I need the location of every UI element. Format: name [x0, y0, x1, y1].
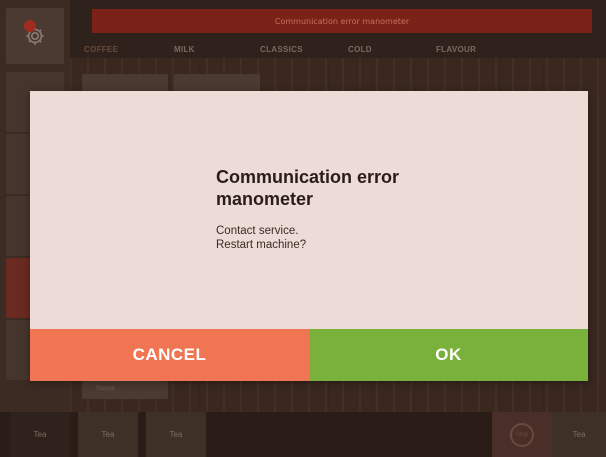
error-banner: Communication error manometer [92, 9, 592, 33]
dialog-message-line: Contact service. [216, 225, 299, 237]
dialog-button-row: CANCEL OK [30, 329, 588, 381]
dialog-title: Communication error manometer [216, 167, 400, 209]
bottom-tile-tea[interactable]: Tea [10, 412, 70, 457]
error-dialog: Communication error manometer Contact se… [30, 91, 588, 381]
settings-button[interactable] [6, 8, 64, 64]
alert-dot-icon [24, 20, 36, 32]
product-tile-label: Steppe [96, 386, 116, 392]
bottom-tile-tea[interactable]: Tea [78, 412, 138, 457]
stop-circle-icon: Stop [510, 422, 534, 447]
tab-coffee[interactable]: COFFEE [84, 45, 118, 54]
tab-flavour[interactable]: FLAVOUR [436, 45, 476, 54]
product-tile[interactable]: Steppe [82, 381, 168, 399]
bottom-tile-tea[interactable]: Tea [552, 412, 606, 457]
tab-cold[interactable]: COLD [348, 45, 372, 54]
stop-button-label: Stop [515, 431, 529, 438]
cancel-button[interactable]: CANCEL [30, 329, 309, 381]
stop-button[interactable]: Stop [492, 412, 552, 457]
ok-button[interactable]: OK [309, 329, 588, 381]
bottom-tile-tea[interactable]: Tea [146, 412, 206, 457]
tab-classics[interactable]: CLASSICS [260, 45, 303, 54]
category-tabs: COFFEE MILK CLASSICS COLD FLAVOUR [70, 38, 606, 60]
dialog-message: Contact service. Restart machine? [216, 224, 456, 252]
dialog-message-line: Restart machine? [216, 239, 307, 251]
tab-milk[interactable]: MILK [174, 45, 195, 54]
